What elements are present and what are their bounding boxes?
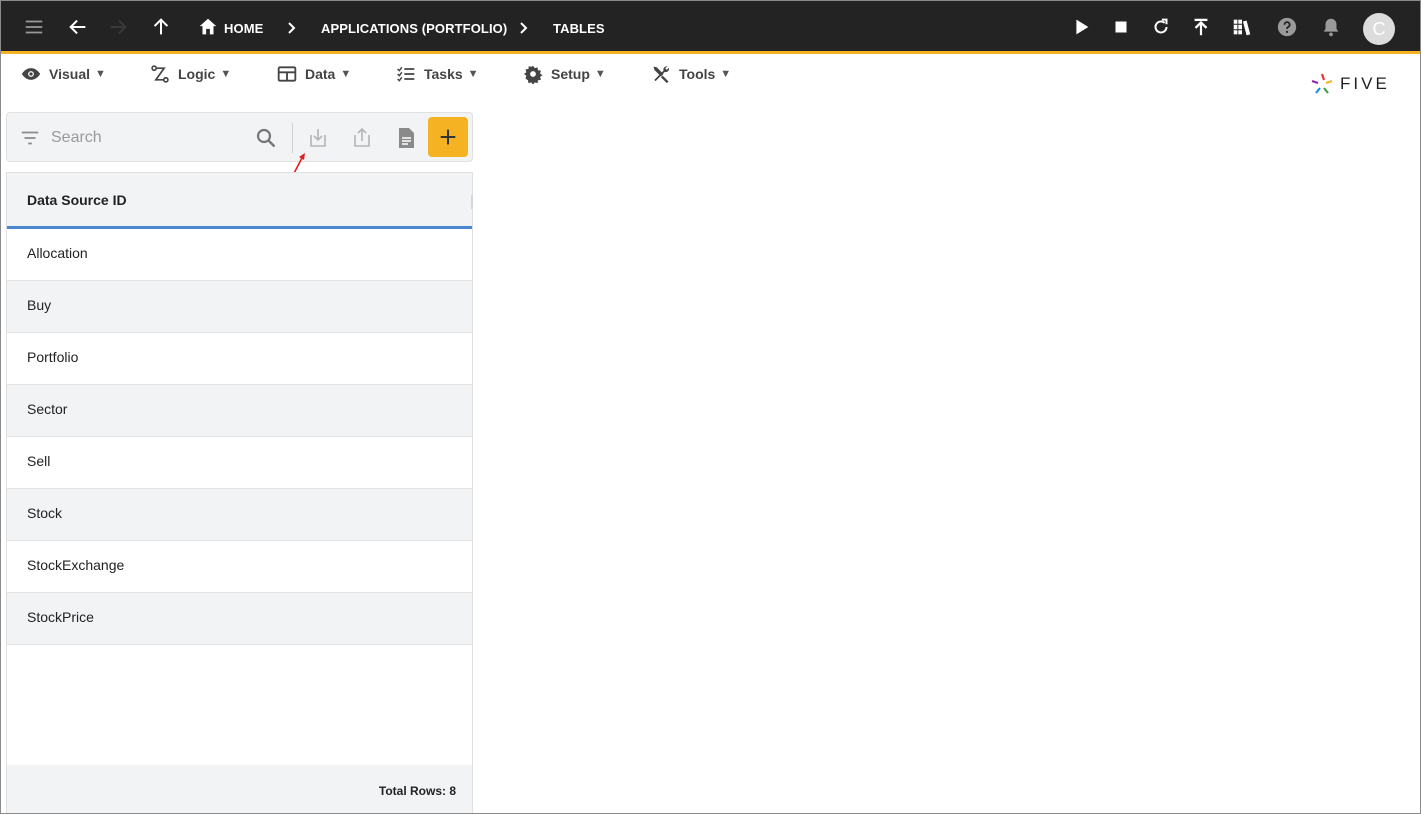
up-arrow-icon[interactable] bbox=[147, 13, 175, 41]
table-cell: Stock bbox=[27, 505, 63, 521]
menu-setup[interactable]: Setup ▼ bbox=[523, 63, 606, 85]
back-arrow-icon[interactable] bbox=[64, 13, 92, 41]
table-row[interactable]: Buy bbox=[7, 281, 472, 333]
table-icon bbox=[277, 66, 297, 82]
table-cell: StockExchange bbox=[27, 557, 125, 573]
logo-text: FIVE bbox=[1340, 74, 1390, 93]
table-header[interactable]: Data Source ID bbox=[7, 173, 473, 229]
caret-down-icon: ▼ bbox=[340, 68, 352, 80]
menu-bar: Visual ▼ Logic ▼ Data ▼ Tasks ▼ Setup ▼ … bbox=[0, 57, 1421, 91]
menu-icon[interactable] bbox=[20, 13, 48, 41]
menu-tasks[interactable]: Tasks ▼ bbox=[396, 63, 479, 85]
table-cell: Buy bbox=[27, 297, 52, 313]
table-cell: Sector bbox=[27, 401, 68, 417]
plus-icon bbox=[440, 129, 456, 145]
eye-icon bbox=[21, 68, 41, 80]
forward-arrow-icon[interactable] bbox=[104, 13, 132, 41]
document-icon[interactable] bbox=[393, 125, 419, 151]
caret-down-icon: ▼ bbox=[95, 68, 106, 80]
menu-visual[interactable]: Visual ▼ bbox=[21, 63, 106, 85]
table-cell: Portfolio bbox=[27, 349, 79, 365]
table-footer: Total Rows: 8 bbox=[7, 765, 472, 814]
five-logo: FIVE bbox=[1310, 70, 1390, 98]
menu-tasks-label: Tasks bbox=[424, 66, 463, 82]
table-row[interactable]: Stock bbox=[7, 489, 472, 541]
export-icon[interactable] bbox=[349, 125, 375, 151]
avatar[interactable]: C bbox=[1363, 13, 1395, 45]
table-cell: Allocation bbox=[27, 245, 88, 261]
toolbar-divider bbox=[292, 123, 293, 153]
gear-icon bbox=[523, 65, 543, 84]
menu-data-label: Data bbox=[305, 66, 336, 82]
table-row[interactable]: Allocation bbox=[7, 229, 472, 281]
import-icon[interactable] bbox=[305, 125, 331, 151]
caret-down-icon: ▼ bbox=[467, 68, 479, 80]
total-rows-label: Total Rows: 8 bbox=[378, 784, 456, 798]
table-row[interactable]: Sell bbox=[7, 437, 472, 489]
table-cell: StockPrice bbox=[27, 609, 94, 625]
stop-icon[interactable] bbox=[1107, 13, 1135, 41]
table-row[interactable]: StockPrice bbox=[7, 593, 472, 645]
menu-setup-label: Setup bbox=[551, 66, 590, 82]
caret-down-icon: ▼ bbox=[720, 68, 732, 80]
table-cell: Sell bbox=[27, 453, 51, 469]
table-row[interactable]: Sector bbox=[7, 385, 472, 437]
chevron-right-icon bbox=[288, 22, 296, 34]
deploy-icon[interactable] bbox=[1187, 13, 1215, 41]
breadcrumb-home[interactable]: HOME bbox=[224, 19, 263, 39]
menu-visual-label: Visual bbox=[49, 66, 90, 82]
add-button[interactable] bbox=[428, 117, 468, 157]
search-toolbar bbox=[6, 112, 473, 162]
top-app-bar: HOME APPLICATIONS (PORTFOLIO) TABLES C bbox=[0, 0, 1421, 54]
menu-data[interactable]: Data ▼ bbox=[277, 63, 351, 85]
column-resize-handle[interactable] bbox=[471, 195, 473, 209]
home-icon[interactable] bbox=[194, 13, 222, 41]
table-row[interactable]: StockExchange bbox=[7, 541, 472, 593]
menu-tools[interactable]: Tools ▼ bbox=[651, 63, 731, 85]
menu-logic[interactable]: Logic ▼ bbox=[150, 63, 231, 85]
flow-icon bbox=[151, 65, 169, 83]
caret-down-icon: ▼ bbox=[220, 68, 232, 80]
search-input[interactable] bbox=[51, 125, 246, 151]
caret-down-icon: ▼ bbox=[594, 68, 606, 80]
refresh-icon[interactable] bbox=[1147, 13, 1175, 41]
help-icon[interactable] bbox=[1273, 13, 1301, 41]
chevron-right-icon bbox=[520, 22, 528, 34]
breadcrumb-applications[interactable]: APPLICATIONS (PORTFOLIO) bbox=[321, 19, 507, 39]
search-icon[interactable] bbox=[253, 125, 279, 151]
breadcrumb-tables[interactable]: TABLES bbox=[553, 19, 605, 39]
play-icon[interactable] bbox=[1067, 13, 1095, 41]
data-source-table: Data Source ID Allocation Buy Portfolio … bbox=[6, 172, 473, 814]
bell-icon[interactable] bbox=[1317, 13, 1345, 41]
library-icon[interactable] bbox=[1228, 13, 1256, 41]
checklist-icon bbox=[397, 66, 415, 82]
five-logo-icon bbox=[1311, 73, 1333, 94]
menu-tools-label: Tools bbox=[679, 66, 716, 82]
table-row[interactable]: Portfolio bbox=[7, 333, 472, 385]
tools-icon bbox=[653, 66, 670, 84]
menu-logic-label: Logic bbox=[178, 66, 216, 82]
filter-icon[interactable] bbox=[19, 127, 41, 149]
column-header-data-source-id: Data Source ID bbox=[27, 192, 127, 208]
